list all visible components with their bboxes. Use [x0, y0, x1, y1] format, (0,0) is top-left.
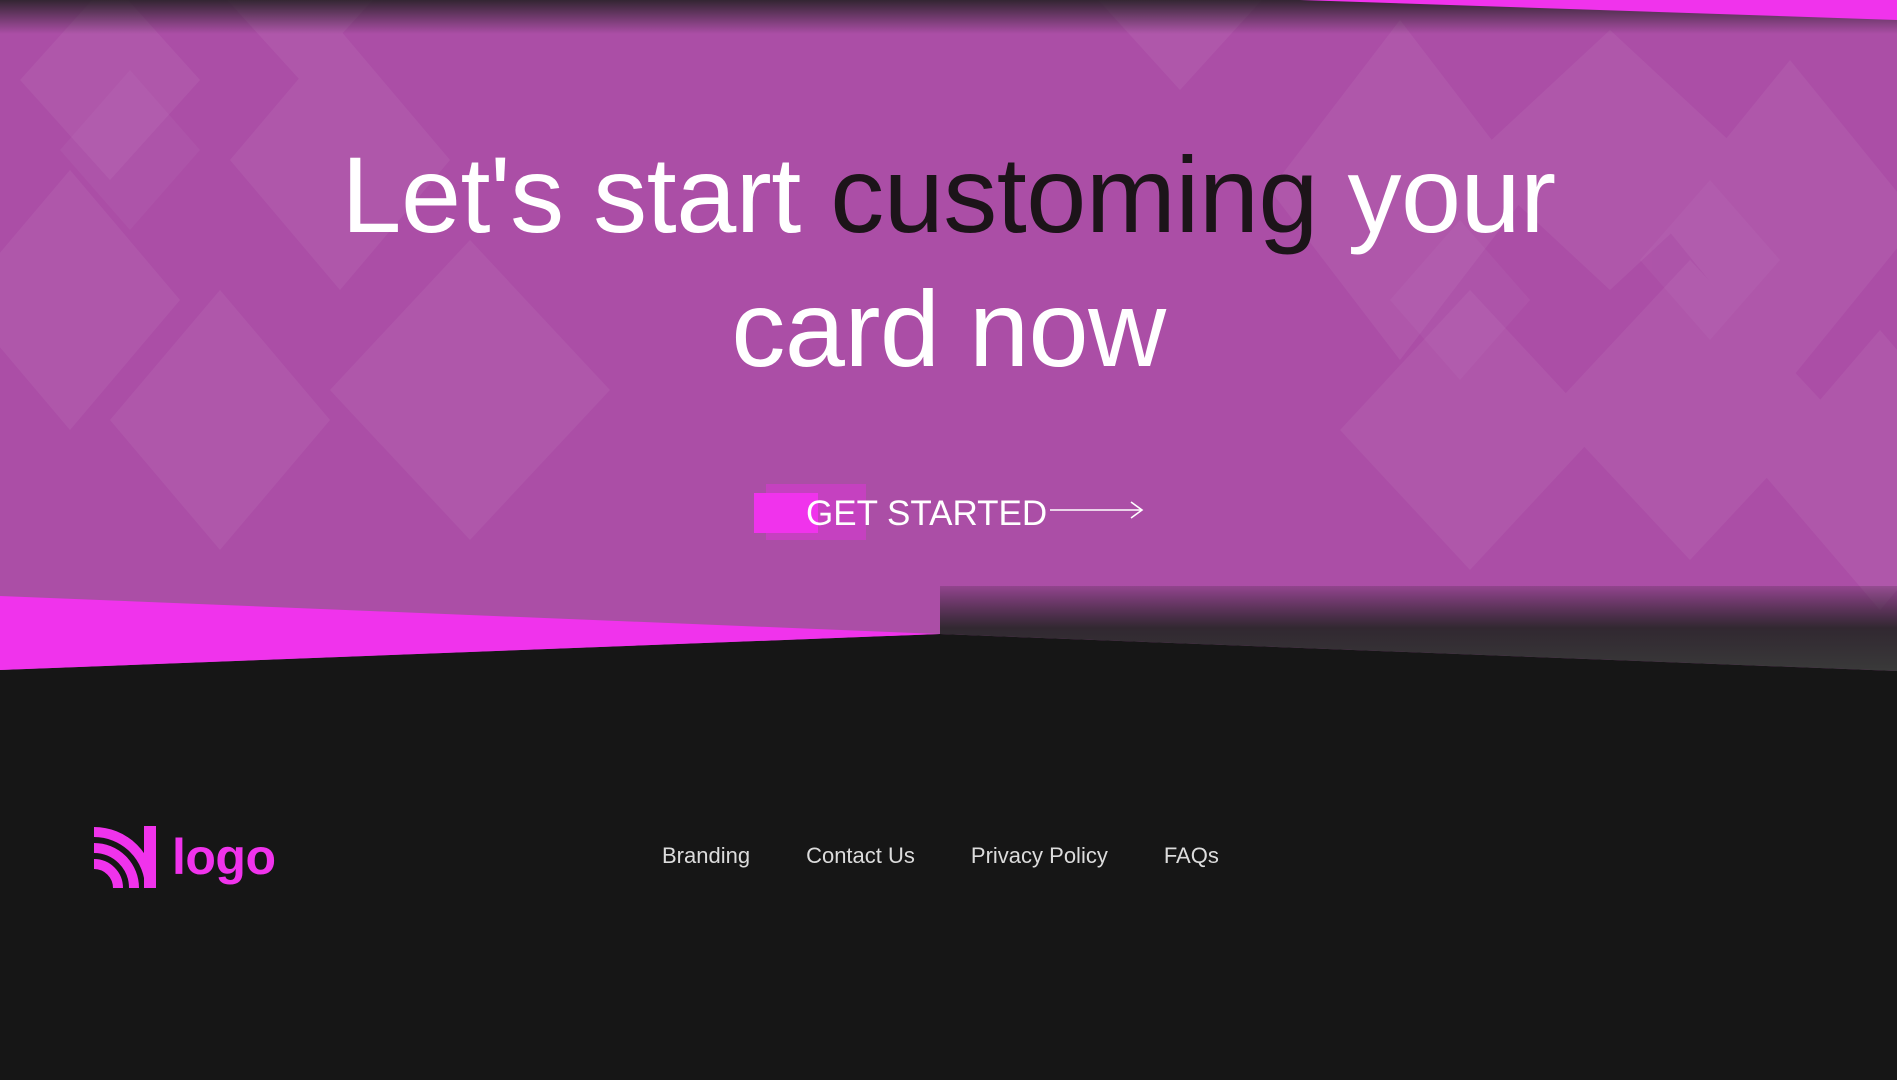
headline-emphasis: customing [830, 134, 1318, 255]
top-accent-stripe [1300, 0, 1897, 20]
footer-link-contact-us[interactable]: Contact Us [806, 838, 915, 874]
logo-text: logo [172, 829, 276, 885]
footer-link-faqs[interactable]: FAQs [1164, 838, 1219, 874]
footer-link-privacy-policy[interactable]: Privacy Policy [971, 838, 1108, 874]
section-divider [0, 586, 1897, 686]
hero-headline: Let's start customing your card now [250, 128, 1647, 396]
headline-part-1: Let's start [341, 134, 831, 255]
footer-link-branding[interactable]: Branding [662, 838, 750, 874]
get-started-label: GET STARTED [806, 494, 1048, 533]
arrow-right-icon [1050, 501, 1144, 519]
footer-logo[interactable]: logo [94, 826, 276, 888]
logo-arcs-icon [94, 826, 156, 888]
get-started-button[interactable]: GET STARTED [754, 484, 1144, 544]
hero-section: Let's start customing your card now GET … [0, 0, 1897, 680]
